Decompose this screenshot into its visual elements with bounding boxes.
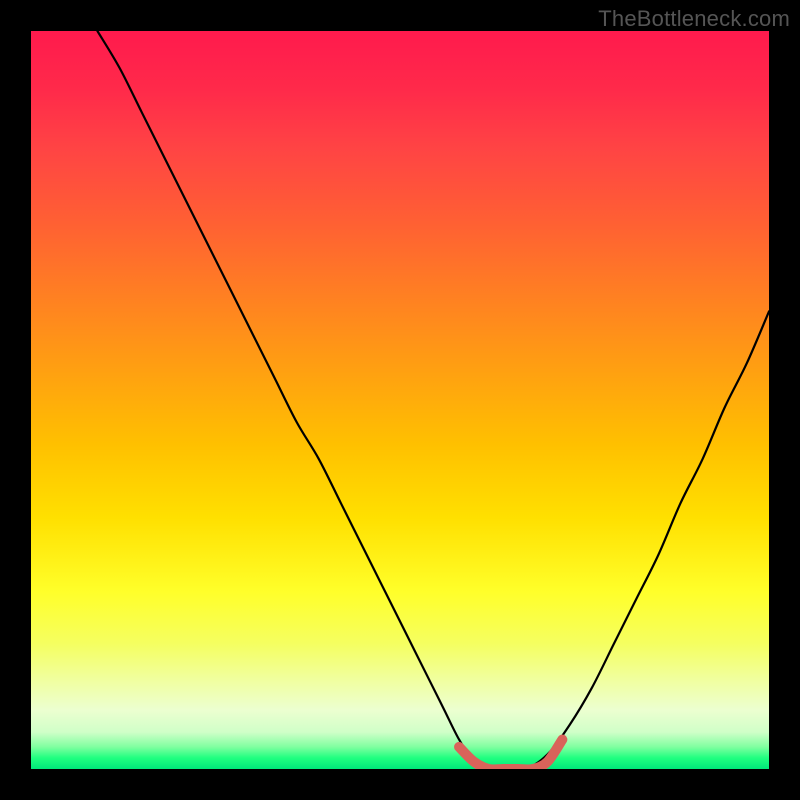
bottleneck-curve	[97, 31, 769, 769]
watermark-text: TheBottleneck.com	[598, 6, 790, 32]
chart-canvas: TheBottleneck.com	[0, 0, 800, 800]
plot-area	[31, 31, 769, 769]
curve-layer	[31, 31, 769, 769]
